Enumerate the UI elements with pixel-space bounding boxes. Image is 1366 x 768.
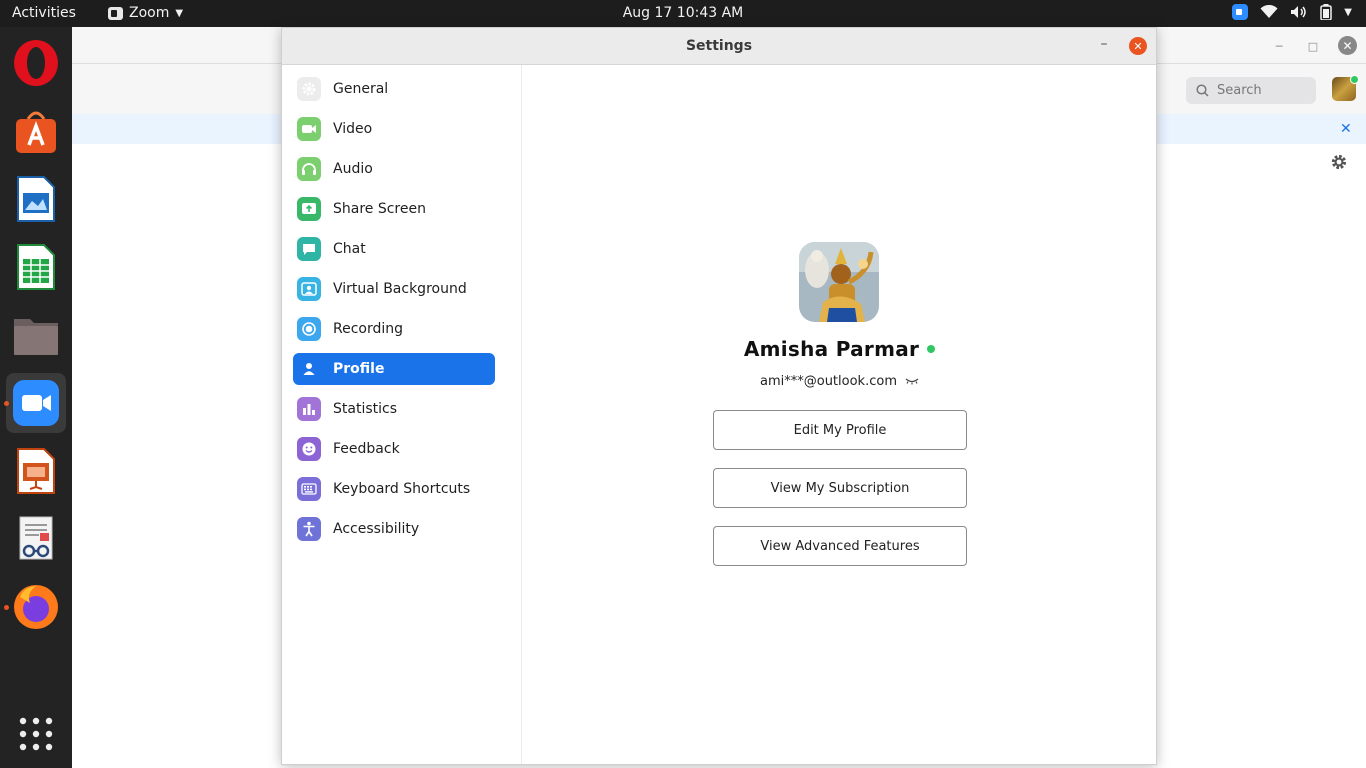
dock-ubuntu-software[interactable]	[6, 101, 66, 161]
online-status-badge	[927, 345, 936, 353]
settings-titlebar: Settings – ✕	[282, 28, 1156, 65]
record-icon	[297, 317, 321, 341]
person-icon	[297, 357, 321, 381]
gear-icon[interactable]	[1330, 153, 1348, 175]
search-icon	[1196, 84, 1209, 97]
sidebar-item-share-screen[interactable]: Share Screen	[293, 193, 495, 225]
close-icon[interactable]: ✕	[1340, 121, 1352, 137]
sidebar-item-label: General	[333, 81, 389, 97]
clock[interactable]: Aug 17 10:43 AM	[0, 5, 1366, 21]
close-button[interactable]: ✕	[1129, 37, 1147, 55]
minimize-button[interactable]: –	[1094, 36, 1114, 56]
virtual-background-icon	[297, 277, 321, 301]
video-camera-icon	[297, 117, 321, 141]
view-subscription-button[interactable]: View My Subscription	[713, 468, 967, 508]
dialog-title: Settings	[685, 38, 753, 54]
firefox-icon	[14, 585, 58, 629]
settings-dialog: Settings – ✕ General Video Audio Share S…	[281, 27, 1157, 765]
dock-libreoffice-impress[interactable]	[6, 441, 66, 501]
running-indicator	[4, 401, 9, 406]
view-advanced-features-button[interactable]: View Advanced Features	[713, 526, 967, 566]
wifi-icon	[1260, 5, 1278, 19]
system-menu-chevron-icon[interactable]: ▼	[1344, 7, 1352, 18]
sidebar-item-accessibility[interactable]: Accessibility	[293, 513, 495, 545]
headphones-icon	[297, 157, 321, 181]
sidebar-item-label: Keyboard Shortcuts	[333, 481, 471, 497]
calc-sheet-icon	[17, 244, 55, 290]
dock-zoom[interactable]	[6, 373, 66, 433]
sidebar-item-label: Feedback	[333, 441, 400, 457]
dock-firefox[interactable]	[6, 577, 66, 637]
sidebar-item-label: Share Screen	[333, 201, 426, 217]
sidebar-item-general[interactable]: General	[293, 73, 495, 105]
system-tray[interactable]: ▼	[1232, 4, 1352, 20]
profile-name: Amisha Parmar	[743, 337, 920, 361]
writer-doc-icon	[17, 176, 55, 222]
bar-chart-icon	[297, 397, 321, 421]
keyboard-icon	[297, 477, 321, 501]
settings-sidebar: General Video Audio Share Screen Chat Vi…	[282, 65, 522, 764]
dock	[0, 27, 72, 768]
sidebar-item-label: Video	[333, 121, 373, 137]
chat-bubble-icon	[297, 237, 321, 261]
sidebar-item-label: Profile	[333, 361, 385, 377]
sidebar-item-label: Recording	[333, 321, 404, 337]
profile-photo[interactable]	[799, 242, 879, 322]
zoom-tray-icon[interactable]	[1232, 4, 1249, 20]
maximize-icon[interactable]: □	[1303, 36, 1323, 56]
show-applications-button[interactable]	[6, 704, 66, 764]
sidebar-item-label: Chat	[333, 241, 366, 257]
top-bar: Activities Zoom ▼ Aug 17 10:43 AM ▼	[0, 0, 1366, 27]
sidebar-item-profile[interactable]: Profile	[293, 353, 495, 385]
app-grid-icon	[19, 717, 53, 751]
sidebar-item-label: Virtual Background	[333, 281, 467, 297]
sidebar-item-label: Statistics	[333, 401, 397, 417]
sidebar-item-label: Accessibility	[333, 521, 420, 537]
close-window-button[interactable]: ✕	[1338, 36, 1357, 55]
share-screen-icon	[297, 197, 321, 221]
hidden-eye-icon[interactable]	[905, 374, 919, 389]
document-viewer-icon	[19, 516, 53, 560]
gear-icon	[297, 77, 321, 101]
sidebar-item-statistics[interactable]: Statistics	[293, 393, 495, 425]
sidebar-item-recording[interactable]: Recording	[293, 313, 495, 345]
smiley-icon	[297, 437, 321, 461]
zoom-icon	[13, 380, 59, 426]
search-box[interactable]: Search	[1186, 77, 1316, 104]
minimize-icon[interactable]: ─	[1269, 36, 1289, 56]
running-indicator	[4, 605, 9, 610]
edit-profile-button[interactable]: Edit My Profile	[713, 410, 967, 450]
sidebar-item-audio[interactable]: Audio	[293, 153, 495, 185]
sidebar-item-feedback[interactable]: Feedback	[293, 433, 495, 465]
dock-libreoffice-writer[interactable]	[6, 169, 66, 229]
dock-files[interactable]	[6, 305, 66, 365]
dock-libreoffice-calc[interactable]	[6, 237, 66, 297]
sidebar-item-chat[interactable]: Chat	[293, 233, 495, 265]
impress-icon	[17, 448, 55, 494]
profile-panel: Amisha Parmar ami***@outlook.com Edit My…	[523, 65, 1156, 764]
dock-document-viewer[interactable]	[6, 509, 66, 569]
profile-email: ami***@outlook.com	[760, 374, 897, 389]
dock-opera[interactable]	[6, 33, 66, 93]
search-placeholder: Search	[1217, 83, 1262, 98]
battery-icon	[1320, 4, 1333, 20]
sidebar-item-label: Audio	[333, 161, 373, 177]
profile-name-row: Amisha Parmar	[523, 337, 1156, 361]
profile-email-row: ami***@outlook.com	[523, 374, 1156, 389]
software-bag-icon	[16, 111, 56, 153]
sidebar-item-keyboard-shortcuts[interactable]: Keyboard Shortcuts	[293, 473, 495, 505]
volume-icon	[1290, 5, 1308, 19]
avatar[interactable]	[1332, 75, 1359, 101]
accessibility-icon	[297, 517, 321, 541]
opera-icon	[14, 40, 58, 86]
sidebar-item-video[interactable]: Video	[293, 113, 495, 145]
folder-icon	[14, 319, 58, 355]
sidebar-item-virtual-background[interactable]: Virtual Background	[293, 273, 495, 305]
